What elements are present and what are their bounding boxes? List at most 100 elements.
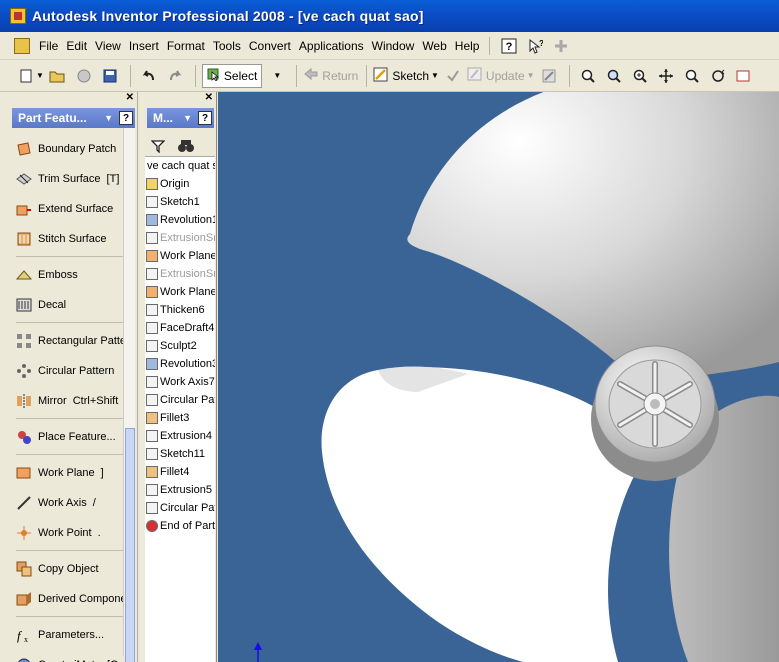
zoom-selected-icon[interactable]	[680, 64, 704, 88]
tree-node[interactable]: End of Part	[145, 517, 215, 535]
menu-web[interactable]: Web	[418, 39, 450, 53]
feature-derived-component[interactable]: Derived Componer	[10, 584, 137, 614]
menu-insert[interactable]: Insert	[125, 39, 163, 53]
feature-copy-object[interactable]: Copy Object	[10, 554, 137, 584]
zoom-all-icon[interactable]	[576, 64, 600, 88]
select-dropdown[interactable]: ▼	[264, 64, 288, 88]
browser-header[interactable]: M... ▼ ?	[147, 108, 214, 128]
tree-node[interactable]: FaceDraft4	[145, 319, 215, 337]
tree-node[interactable]: Thicken6	[145, 301, 215, 319]
feature-work-point[interactable]: Work Point.	[10, 518, 137, 548]
feature-decal[interactable]: Decal	[10, 290, 137, 320]
feature-create-imate[interactable]: Create iMate[Q	[10, 650, 137, 662]
rotate-icon[interactable]	[706, 64, 730, 88]
look-at-icon[interactable]	[732, 64, 756, 88]
tree-node[interactable]: ve cach quat sa	[145, 157, 215, 175]
feature-rectangular-pattern[interactable]: Rectangular Patte	[10, 326, 137, 356]
menu-file[interactable]: File	[35, 39, 62, 53]
menu-convert[interactable]: Convert	[245, 39, 295, 53]
feature-extend-surface[interactable]: Extend Surface	[10, 194, 137, 224]
feature-parameters[interactable]: f x Parameters...	[10, 620, 137, 650]
feature-boundary-patch[interactable]: Boundary Patch	[10, 134, 137, 164]
tree-node[interactable]: Work Plane	[145, 283, 215, 301]
panel-grip[interactable]: ✕	[10, 92, 137, 106]
save-icon[interactable]	[98, 64, 122, 88]
tree-node[interactable]: ExtrusionSr	[145, 229, 215, 247]
browser-grip[interactable]: ✕	[145, 92, 216, 106]
select-label: Select	[223, 68, 258, 83]
tree-node[interactable]: Fillet4	[145, 463, 215, 481]
scrollbar-thumb[interactable]	[125, 428, 135, 662]
close-icon[interactable]: ✕	[205, 92, 213, 103]
update-dropdown-icon[interactable]: ▼	[527, 71, 535, 80]
pan-icon[interactable]	[654, 64, 678, 88]
menu-window[interactable]: Window	[368, 39, 419, 53]
return-button[interactable]: Return	[303, 64, 358, 88]
tree-node[interactable]: Work Axis7	[145, 373, 215, 391]
title-bar[interactable]: Autodesk Inventor Professional 2008 - [v…	[0, 0, 779, 32]
tree-node[interactable]: Revolution3	[145, 355, 215, 373]
tree-node[interactable]: Circular Pat	[145, 391, 215, 409]
feature-mirror[interactable]: Mirror Ctrl+Shift	[10, 386, 137, 416]
open-icon[interactable]	[46, 64, 70, 88]
feature-circular-pattern[interactable]: Circular Pattern	[10, 356, 137, 386]
fan-model[interactable]	[218, 92, 779, 662]
fan-blade-top[interactable]	[407, 92, 779, 382]
part-features-header[interactable]: Part Featu... ▼ ?	[12, 108, 135, 128]
document-icon[interactable]	[14, 37, 30, 54]
inventor-app-icon[interactable]	[10, 8, 26, 24]
feature-stitch-surface[interactable]: Stitch Surface	[10, 224, 137, 254]
feature-work-plane[interactable]: Work Plane]	[10, 458, 137, 488]
measure-icon[interactable]	[537, 64, 561, 88]
tree-node[interactable]: Fillet3	[145, 409, 215, 427]
select-button[interactable]: Select	[201, 63, 263, 88]
feature-work-axis[interactable]: Work Axis /	[10, 488, 137, 518]
menu-format[interactable]: Format	[163, 39, 209, 53]
feature-label: Copy Object	[38, 563, 99, 575]
tree-node[interactable]: Revolution1	[145, 211, 215, 229]
redo-icon[interactable]	[163, 64, 187, 88]
browser-help-button[interactable]: ?	[198, 111, 212, 125]
tree-node[interactable]: Origin	[145, 175, 215, 193]
menu-edit[interactable]: Edit	[62, 39, 91, 53]
feature-trim-surface[interactable]: Trim Surface [T]	[10, 164, 137, 194]
tree-node[interactable]: Circular Pat	[145, 499, 215, 517]
whats-this-icon[interactable]: ?	[526, 37, 544, 55]
help-icon[interactable]: ?	[500, 37, 518, 55]
parameters-icon: fx	[16, 627, 32, 643]
model-tree[interactable]: ve cach quat sa Origin Sketch1 Revolution1 E…	[145, 156, 215, 662]
filter-icon[interactable]	[150, 139, 166, 156]
sketch-dropdown-icon[interactable]: ▼	[431, 71, 439, 80]
menu-help[interactable]: Help	[451, 39, 484, 53]
tree-node[interactable]: ExtrusionSr	[145, 265, 215, 283]
tree-node[interactable]: Sculpt2	[145, 337, 215, 355]
close-icon[interactable]: ✕	[126, 92, 134, 103]
tree-node[interactable]: Work Plane	[145, 247, 215, 265]
tree-node[interactable]: Extrusion5	[145, 481, 215, 499]
tree-node-label: ve cach quat sa	[147, 160, 215, 172]
panel-help-button[interactable]: ?	[119, 111, 133, 125]
find-binoculars-icon[interactable]	[177, 139, 195, 156]
new-file-icon[interactable]: ▼	[18, 64, 44, 88]
chevron-down-icon[interactable]: ▼	[104, 113, 113, 123]
feature-emboss[interactable]: Emboss	[10, 260, 137, 290]
undo-icon[interactable]	[137, 64, 161, 88]
graphics-viewport[interactable]	[218, 92, 779, 662]
add-icon[interactable]	[552, 37, 570, 55]
work-axis-icon	[16, 495, 32, 511]
tree-node[interactable]: Sketch11	[145, 445, 215, 463]
menu-applications[interactable]: Applications	[295, 39, 368, 53]
menu-view[interactable]: View	[91, 39, 125, 53]
sketch-button[interactable]: Sketch ▼	[373, 64, 439, 88]
update-button[interactable]: Update ▼	[467, 64, 535, 88]
menu-tools[interactable]: Tools	[209, 39, 245, 53]
tree-node[interactable]: Sketch1	[145, 193, 215, 211]
zoom-icon[interactable]	[602, 64, 626, 88]
zoom-window-icon[interactable]	[628, 64, 652, 88]
feature-place-feature[interactable]: Place Feature...	[10, 422, 137, 452]
projects-icon[interactable]	[72, 64, 96, 88]
tree-node[interactable]: Extrusion4	[145, 427, 215, 445]
chevron-down-icon[interactable]: ▼	[183, 113, 192, 123]
check-icon[interactable]	[441, 64, 465, 88]
panel-scrollbar[interactable]	[123, 128, 135, 662]
